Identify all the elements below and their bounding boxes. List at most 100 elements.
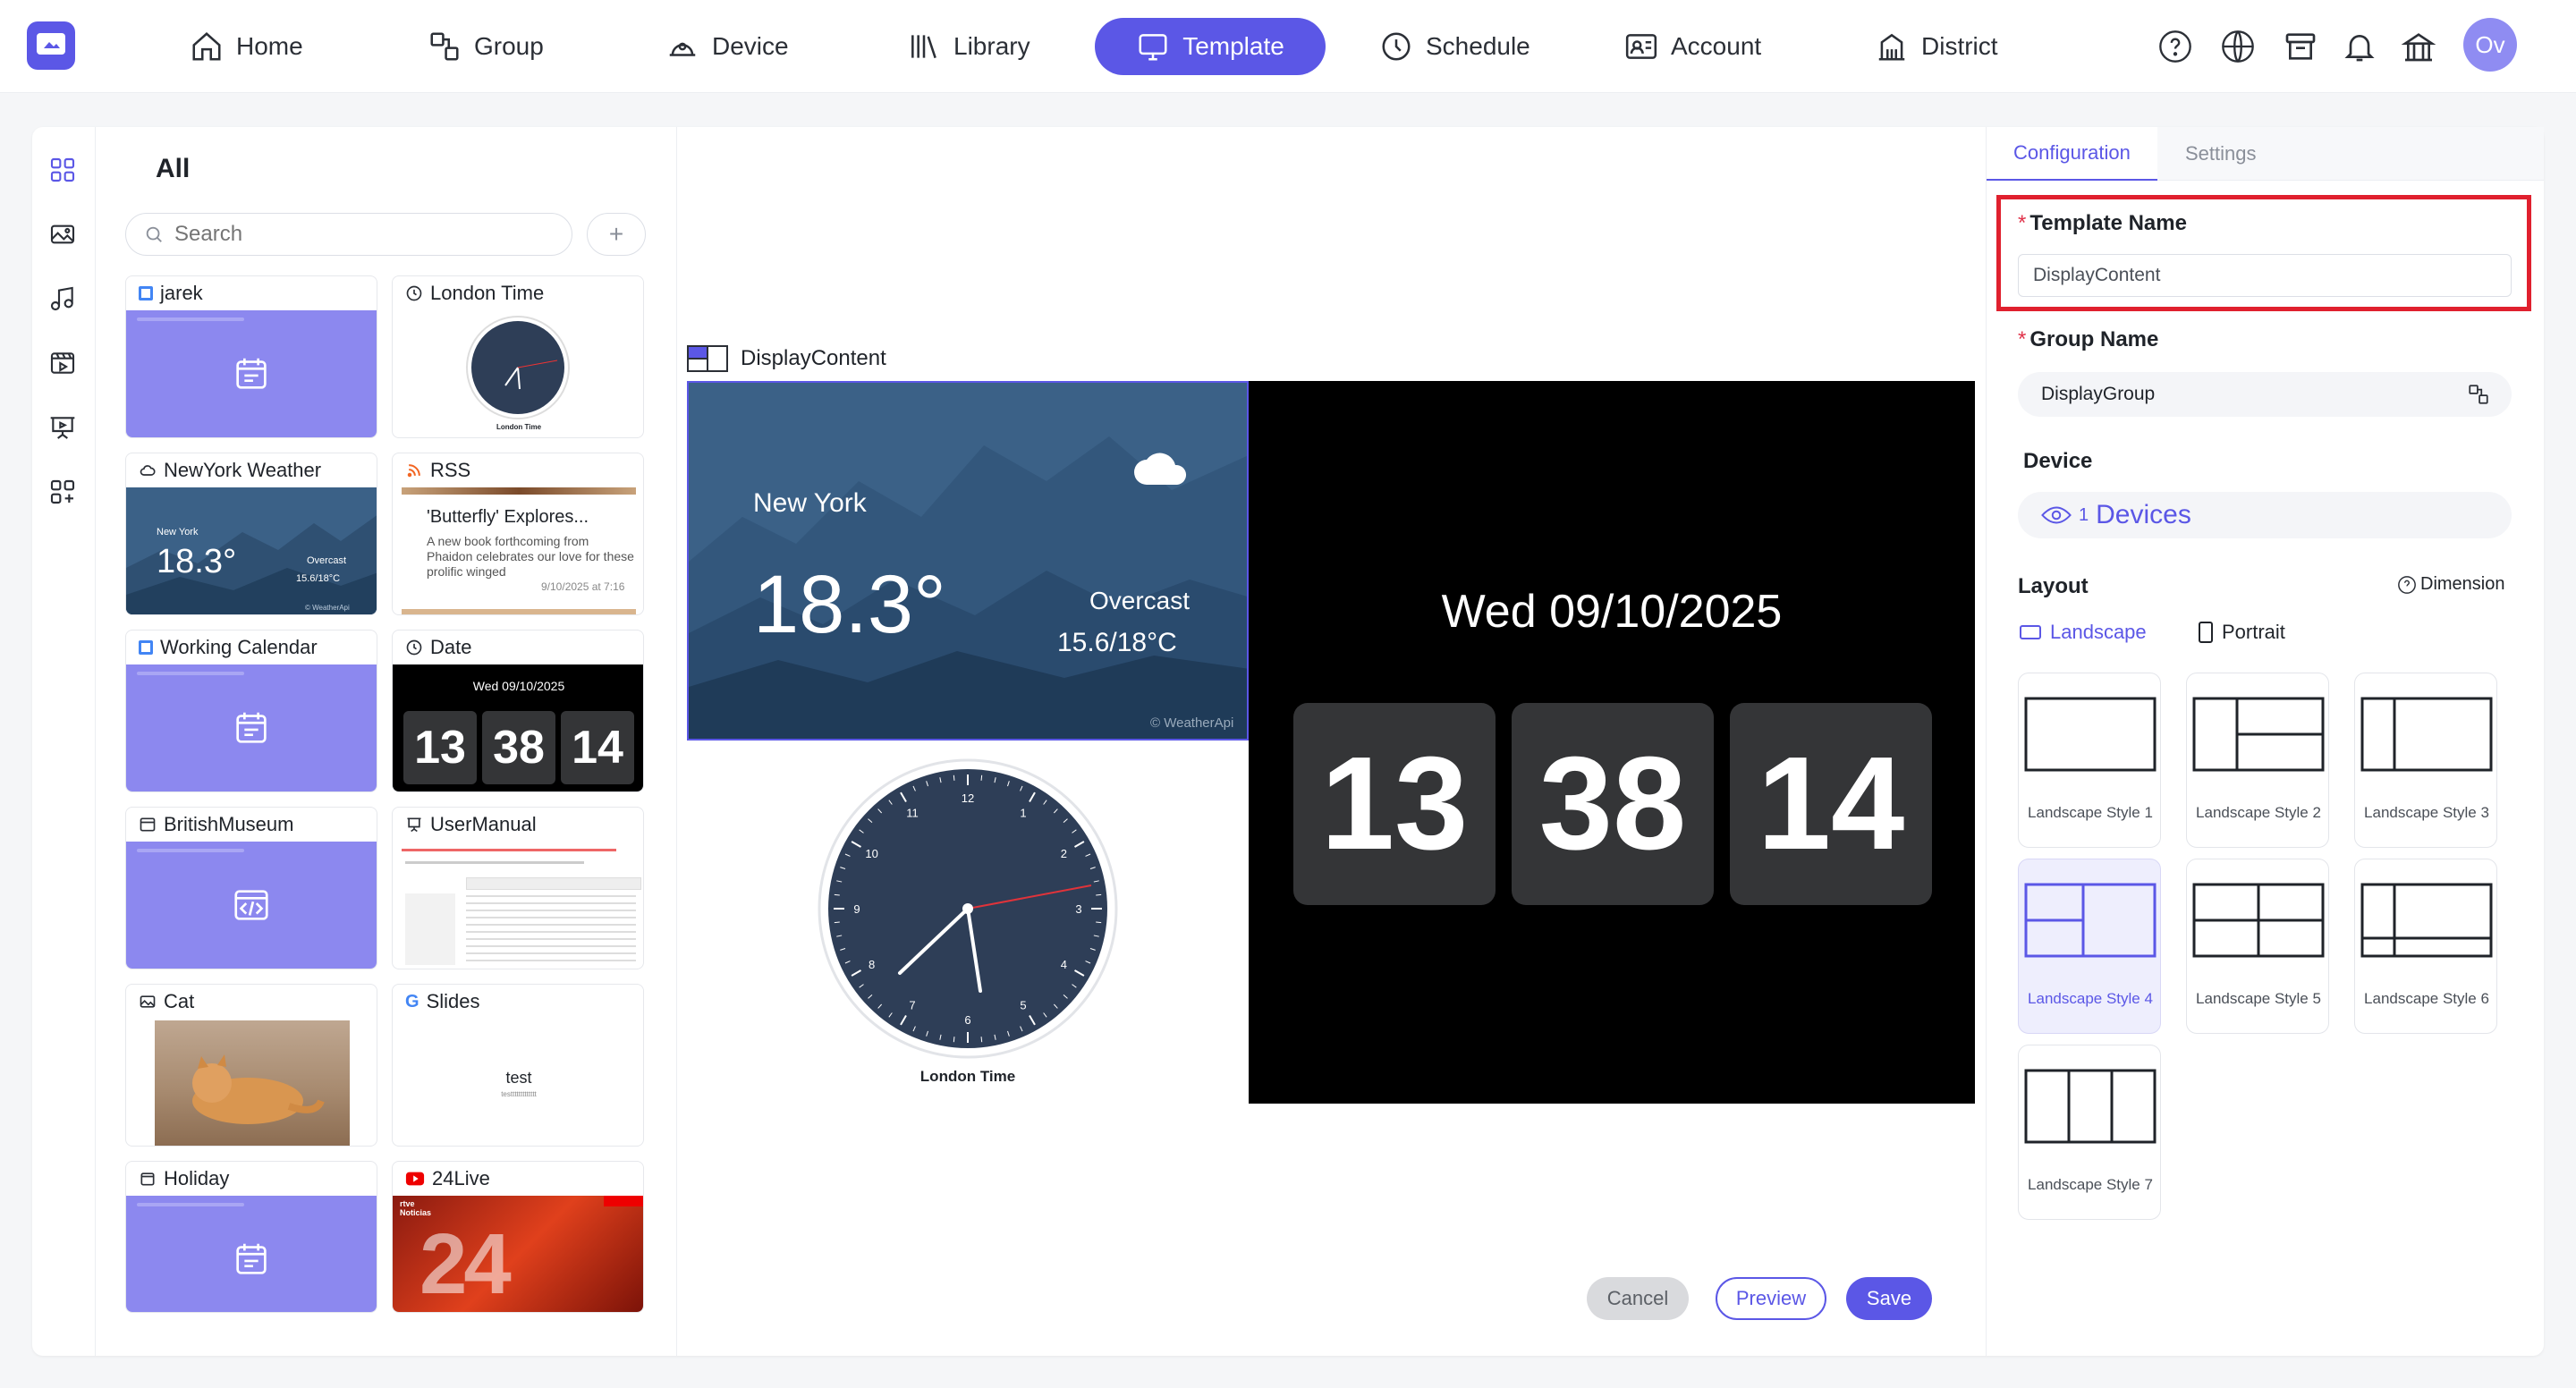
- tile-date: 9/10/2025 at 7:16: [541, 580, 625, 593]
- nav-label: Home: [236, 32, 303, 60]
- add-button[interactable]: +: [587, 213, 646, 256]
- template-name-text: DisplayContent: [741, 346, 886, 370]
- weather-zone[interactable]: New York 18.3° Overcast 15.6/18°C © Weat…: [687, 381, 1249, 741]
- tile-digit-hours: 13: [403, 711, 477, 784]
- tile-temp: 18.3°: [157, 543, 237, 580]
- devices-button[interactable]: 1 Devices: [2018, 492, 2512, 538]
- video-icon[interactable]: [47, 347, 79, 379]
- bell-icon[interactable]: [2340, 27, 2379, 66]
- nav-account[interactable]: Account: [1601, 18, 1784, 75]
- tile-digit-minutes: 38: [482, 711, 555, 784]
- nav-group[interactable]: Group: [404, 18, 567, 75]
- digit-hours: 13: [1293, 703, 1496, 905]
- nav-schedule[interactable]: Schedule: [1356, 18, 1554, 75]
- clock-number: 10: [865, 847, 877, 860]
- layout-style-5[interactable]: Landscape Style 5: [2186, 859, 2329, 1034]
- preview-button[interactable]: Preview: [1716, 1277, 1826, 1320]
- search-input[interactable]: [174, 222, 532, 247]
- tile-preview: Wed 09/10/2025 13 38 14: [393, 664, 643, 791]
- tile-preview: rtve Noticias 24: [393, 1196, 643, 1312]
- tab-settings[interactable]: Settings: [2158, 127, 2284, 181]
- nav-library[interactable]: Library: [884, 18, 1054, 75]
- device-icon: [669, 42, 696, 56]
- tile-label: Slides: [426, 990, 480, 1012]
- portrait-label: Portrait: [2222, 621, 2285, 643]
- library-tile-working-calendar[interactable]: Working Calendar: [125, 630, 377, 792]
- all-media-icon[interactable]: [47, 154, 79, 186]
- nav-template[interactable]: Template: [1095, 18, 1326, 75]
- nav-label: Template: [1182, 32, 1284, 60]
- template-name-field[interactable]: DisplayContent: [2018, 254, 2512, 297]
- archive-icon[interactable]: [2281, 27, 2320, 66]
- cat-photo: [155, 1020, 350, 1146]
- help-icon[interactable]: [2156, 27, 2195, 66]
- clock-number: 3: [1075, 902, 1081, 916]
- tab-configuration[interactable]: Configuration: [1987, 127, 2157, 181]
- library-tile-jarek[interactable]: jarek: [125, 275, 377, 438]
- cancel-button[interactable]: Cancel: [1587, 1277, 1689, 1320]
- library-tile-newyork-weather[interactable]: NewYork Weather New York 18.3° Overcast …: [125, 453, 377, 615]
- tile-label: UserManual: [430, 813, 537, 835]
- layout-style-6[interactable]: Landscape Style 6: [2354, 859, 2497, 1034]
- avatar[interactable]: Ov: [2463, 18, 2517, 72]
- style-label: Landscape Style 6: [2364, 990, 2489, 1007]
- institution-icon[interactable]: [2399, 27, 2438, 66]
- weather-range: 15.6/18°C: [1057, 628, 1177, 657]
- presentation-icon[interactable]: [47, 411, 79, 444]
- nav-device[interactable]: Device: [642, 18, 812, 75]
- library-tile-rss[interactable]: RSS 'Butterfly' Explores... A new book f…: [392, 453, 644, 615]
- library-tile-cat[interactable]: Cat: [125, 984, 377, 1147]
- nav-district[interactable]: District: [1852, 18, 2021, 75]
- tile-preview: [126, 664, 377, 791]
- library-tile-britishmuseum[interactable]: BritishMuseum: [125, 807, 377, 969]
- google-calendar-icon: [139, 286, 153, 300]
- image-icon: [140, 995, 156, 1008]
- layout-style-1[interactable]: Landscape Style 1: [2018, 673, 2161, 848]
- layout-style-7[interactable]: Landscape Style 7: [2018, 1045, 2161, 1220]
- library-tile-holiday[interactable]: Holiday: [125, 1161, 377, 1313]
- orientation-landscape[interactable]: Landscape: [2020, 621, 2147, 644]
- globe-icon[interactable]: [2218, 27, 2258, 66]
- orientation-portrait[interactable]: Portrait: [2199, 621, 2285, 644]
- nav-home[interactable]: Home: [166, 18, 326, 75]
- clock-number: 1: [1020, 807, 1026, 820]
- app-logo-icon[interactable]: [27, 21, 75, 70]
- layout-style-2[interactable]: Landscape Style 2: [2186, 673, 2329, 848]
- layout-style-4[interactable]: Landscape Style 4: [2018, 859, 2161, 1034]
- dimension-link[interactable]: Dimension: [2397, 574, 2504, 595]
- group-name-field[interactable]: DisplayGroup: [2018, 372, 2512, 417]
- weather-condition: Overcast: [1089, 587, 1191, 614]
- tile-date-text: Wed 09/10/2025: [472, 679, 565, 693]
- search-box[interactable]: [125, 213, 572, 256]
- tile-label: Cat: [164, 990, 195, 1012]
- tile-headline: 'Butterfly' Explores...: [427, 507, 589, 527]
- library-tile-slides[interactable]: G Slides test testtttttttttttt: [392, 984, 644, 1147]
- music-icon[interactable]: [47, 283, 79, 315]
- district-icon: [1878, 33, 1905, 61]
- tile-label: BritishMuseum: [164, 813, 294, 835]
- layout-style-3[interactable]: Landscape Style 3: [2354, 673, 2497, 848]
- library-tile-usermanual[interactable]: UserManual: [392, 807, 644, 969]
- library-tile-london-time[interactable]: London Time London Time: [392, 275, 644, 438]
- style-label: Landscape Style 5: [2196, 990, 2321, 1007]
- date-zone[interactable]: Wed 09/10/2025 13 38 14: [1249, 381, 1975, 1104]
- nav-label: Account: [1671, 32, 1762, 60]
- search-icon: [146, 226, 162, 242]
- library-tile-24live[interactable]: 24Live rtve Noticias 24: [392, 1161, 644, 1313]
- apps-add-icon[interactable]: [47, 476, 79, 508]
- library-tile-date[interactable]: Date Wed 09/10/2025 13 38 14: [392, 630, 644, 792]
- group-select-icon[interactable]: [2465, 383, 2492, 406]
- google-calendar-icon: [139, 640, 153, 655]
- clock-zone[interactable]: 12 1 2 3 4 5 6 7 8 9 10 11 London Time: [687, 741, 1249, 1104]
- clock-face-icon: [466, 316, 570, 419]
- clock-number: 9: [853, 902, 860, 916]
- youtube-icon: [405, 1172, 425, 1186]
- clock-number: 4: [1061, 958, 1067, 971]
- group-name-value: DisplayGroup: [2041, 384, 2156, 404]
- image-media-icon[interactable]: [47, 218, 79, 250]
- library-icon: [911, 35, 936, 59]
- date-text: Wed 09/10/2025: [1441, 586, 1783, 638]
- save-button[interactable]: Save: [1846, 1277, 1932, 1320]
- weather-credit: © WeatherApi: [1150, 715, 1234, 731]
- tile-brand: rtve Noticias: [400, 1199, 432, 1217]
